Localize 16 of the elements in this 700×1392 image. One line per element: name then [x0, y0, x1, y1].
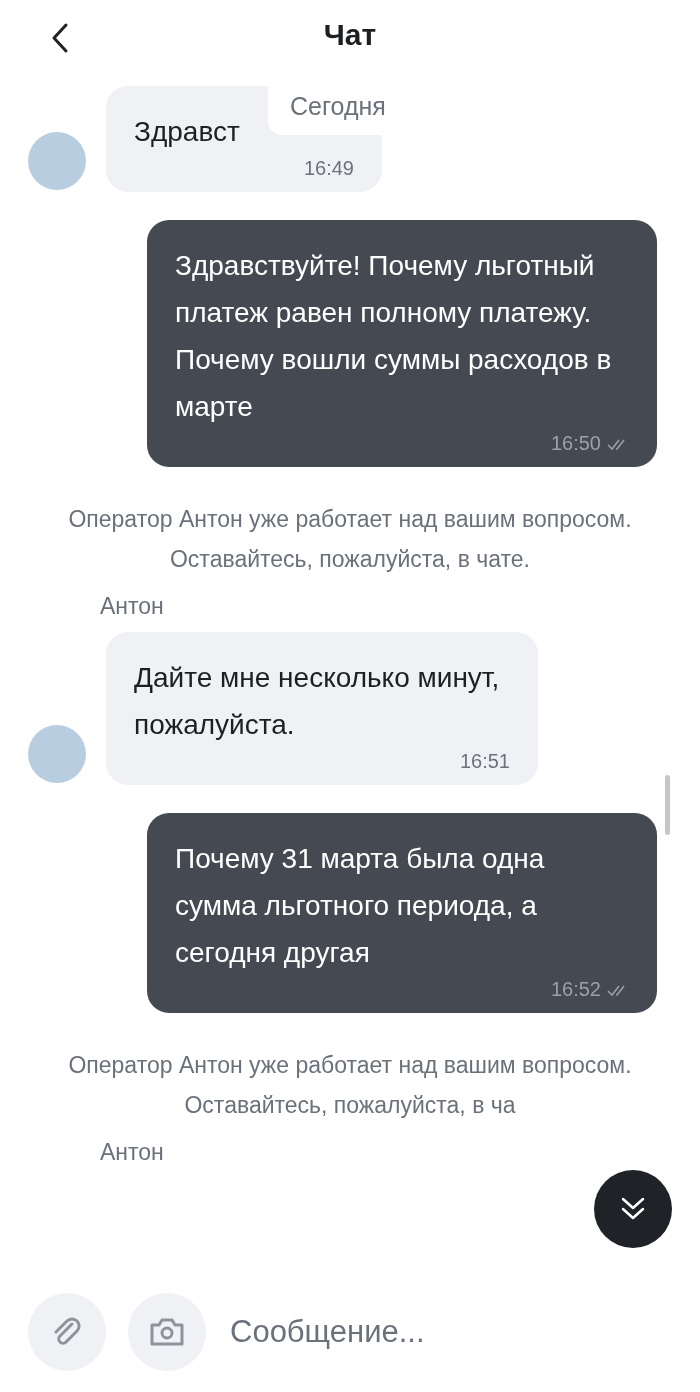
message-time: 16:49 — [303, 157, 354, 180]
message-time: 16:51 — [459, 750, 510, 773]
message-text: Почему 31 марта была одна сумма льготного периода, а сегодня другая — [175, 842, 546, 970]
sender-name: Антон — [99, 1139, 165, 1166]
header-title: Чат — [323, 18, 377, 52]
message-text: Дайте мне несколько минут, пожалуйста. — [134, 661, 501, 742]
message-input[interactable]: Сообщение... — [228, 1313, 672, 1351]
sender-name: Антон — [99, 593, 165, 620]
message-text: Здравствуйте! Почему льготный платеж равен полному платежу. Почему вошли суммы расходов в марте — [175, 249, 613, 424]
message-time: 16:52 — [550, 978, 601, 1001]
system-notice: Оператор Антон уже работает над вашим вопросом. Оставайтесь, пожалуйста, в ча — [67, 1051, 633, 1120]
scrollbar — [665, 775, 670, 835]
camera-icon — [148, 1316, 186, 1348]
system-notice: Оператор Антон уже работает над вашим вопросом. Оставайтесь, пожалуйста, в чате. — [67, 505, 633, 574]
message-time: 16:50 — [550, 432, 601, 455]
back-chevron-icon — [50, 22, 70, 54]
